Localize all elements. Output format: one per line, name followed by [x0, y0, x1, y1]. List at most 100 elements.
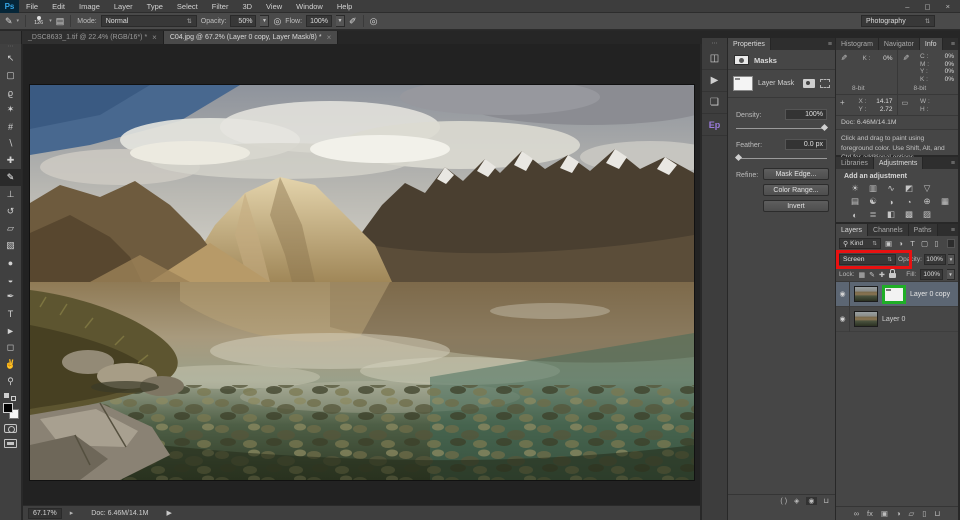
menu-select[interactable]: Select	[170, 2, 205, 11]
delete-layer-icon[interactable]: ⊔	[934, 509, 940, 518]
dock-collapse-icon[interactable]: ⋯	[712, 40, 718, 48]
eraser-tool[interactable]: ▱	[0, 220, 22, 237]
filter-shape-layers-icon[interactable]: ▢	[920, 239, 929, 248]
tab-properties[interactable]: Properties	[728, 38, 771, 50]
panel-menu-icon[interactable]: ≡	[828, 38, 835, 50]
status-options-arrow-icon[interactable]: ▶	[166, 509, 171, 517]
opacity-dropdown-button[interactable]: ▼	[260, 15, 269, 27]
select-vector-mask-icon[interactable]	[820, 79, 830, 88]
shape-tool[interactable]: ◻	[0, 339, 22, 356]
posterize-icon[interactable]: ≣	[866, 209, 880, 220]
brush-tool[interactable]: ✎	[0, 169, 22, 186]
hand-tool[interactable]: ✌	[0, 356, 22, 373]
menu-filter[interactable]: Filter	[205, 2, 236, 11]
screen-mode-button[interactable]	[4, 439, 17, 448]
mask-visibility-icon[interactable]: ◉	[806, 497, 816, 505]
apply-mask-icon[interactable]: ◈	[794, 497, 799, 505]
layer-effects-icon[interactable]: fx	[867, 509, 873, 518]
filter-kind-select[interactable]: ⚲ Kind ⇅	[839, 238, 881, 249]
collapsed-panel-icon-clone-source[interactable]: ◫	[702, 48, 727, 70]
panel-menu-icon[interactable]: ≡	[951, 38, 958, 50]
restore-button[interactable]: ◻	[924, 2, 930, 11]
quick-mask-button[interactable]	[4, 424, 17, 433]
type-tool[interactable]: T	[0, 305, 22, 322]
foreground-color-swatch[interactable]	[3, 403, 13, 413]
load-mask-selection-icon[interactable]: ( )	[780, 498, 787, 505]
menu-layer[interactable]: Layer	[107, 2, 140, 11]
photo-document[interactable]	[30, 85, 694, 480]
color-balance-icon[interactable]: ☯	[866, 196, 880, 207]
default-colors-icon[interactable]	[4, 393, 18, 401]
filter-toggle[interactable]	[947, 239, 955, 248]
brush-tool-icon[interactable]: ✎	[5, 17, 13, 26]
photo-filter-icon[interactable]: ◔	[902, 196, 916, 207]
layer-opacity-dropdown[interactable]: ▼	[948, 254, 955, 265]
panel-menu-icon[interactable]: ≡	[951, 224, 958, 236]
filter-type-layers-icon[interactable]: T	[908, 239, 917, 248]
clone-stamp-tool[interactable]: ⊥	[0, 186, 22, 203]
mask-edge-button[interactable]: Mask Edge...	[763, 168, 829, 180]
flow-input[interactable]: 100%	[306, 15, 332, 27]
blur-tool[interactable]: ●	[0, 254, 22, 271]
workspace-switcher[interactable]: Photography ⇅	[861, 15, 935, 27]
close-button[interactable]: ×	[946, 2, 950, 11]
link-layers-icon[interactable]: ∞	[854, 509, 859, 518]
feather-slider[interactable]	[736, 158, 827, 159]
menu-window[interactable]: Window	[289, 2, 330, 11]
minimize-button[interactable]: –	[905, 2, 909, 11]
zoom-tool[interactable]: ⚲	[0, 373, 22, 390]
fill-input[interactable]: 100%	[920, 269, 943, 280]
black-white-icon[interactable]: ◑	[884, 196, 898, 207]
tab-layers[interactable]: Layers	[836, 224, 868, 236]
document-tab-2[interactable]: C04.jpg @ 67.2% (Layer 0 copy, Layer Mas…	[164, 31, 338, 44]
zoom-level-input[interactable]: 67.17%	[28, 508, 62, 519]
quick-selection-tool[interactable]: ✶	[0, 101, 22, 118]
close-tab-icon[interactable]: ×	[327, 33, 332, 42]
density-slider-thumb[interactable]	[821, 124, 828, 131]
invert-icon[interactable]: ◐	[848, 209, 862, 220]
feather-slider-thumb[interactable]	[735, 154, 742, 161]
menu-file[interactable]: File	[19, 2, 45, 11]
path-selection-tool[interactable]: ►	[0, 322, 22, 339]
document-tab-1[interactable]: _DSC8633_1.tif @ 22.4% (RGB/16*) *×	[22, 31, 164, 44]
delete-mask-icon[interactable]: ⊔	[824, 497, 829, 505]
layer-row[interactable]: ◉Layer 0 copy	[836, 282, 958, 307]
visibility-toggle[interactable]: ◉	[836, 282, 850, 307]
history-brush-tool[interactable]: ↺	[0, 203, 22, 220]
mask-thumbnail[interactable]	[733, 76, 753, 91]
tab-histogram[interactable]: Histogram	[836, 38, 879, 50]
menu-view[interactable]: View	[259, 2, 289, 11]
tab-navigator[interactable]: Navigator	[879, 38, 920, 50]
pressure-opacity-icon[interactable]: ◎	[273, 17, 281, 26]
lock-pixels-icon[interactable]: ✎	[869, 271, 875, 279]
document-size-readout[interactable]: Doc: 6.46M/14.1M	[81, 509, 158, 518]
crop-tool[interactable]: #	[0, 118, 22, 135]
brush-picker-arrow-icon[interactable]: ▾	[49, 18, 52, 24]
layer-opacity-input[interactable]: 100%	[924, 254, 946, 265]
threshold-icon[interactable]: ◧	[884, 209, 898, 220]
blend-mode-select[interactable]: Normal ⇅	[101, 15, 197, 27]
tab-paths[interactable]: Paths	[909, 224, 938, 236]
close-tab-icon[interactable]: ×	[152, 33, 157, 42]
spot-healing-tool[interactable]: ✚	[0, 152, 22, 169]
flow-dropdown-button[interactable]: ▼	[336, 15, 345, 27]
opacity-input[interactable]: 50%	[230, 15, 256, 27]
menu-help[interactable]: Help	[330, 2, 359, 11]
gradient-tool[interactable]: ▧	[0, 237, 22, 254]
exposure-icon[interactable]: ◩	[902, 183, 916, 194]
lasso-tool[interactable]: ϱ	[0, 84, 22, 101]
toggle-brush-panel-icon[interactable]: ▤	[56, 17, 65, 26]
menu-type[interactable]: Type	[140, 2, 170, 11]
collapsed-panel-icon-extension[interactable]: Ep	[702, 114, 727, 136]
tab-info[interactable]: Info	[920, 38, 943, 50]
visibility-toggle[interactable]: ◉	[836, 307, 850, 332]
tab-channels[interactable]: Channels	[868, 224, 909, 236]
layer-thumbnail[interactable]	[854, 311, 878, 327]
invert-button[interactable]: Invert	[763, 200, 829, 212]
lock-all-icon[interactable]	[889, 273, 896, 278]
add-layer-mask-icon[interactable]: ▣	[881, 509, 888, 518]
dodge-tool[interactable]: ◒	[0, 271, 22, 288]
new-group-icon[interactable]: ▱	[909, 509, 915, 518]
eyedropper-tool[interactable]: ∖	[0, 135, 22, 152]
selective-color-icon[interactable]: ▨	[920, 209, 934, 220]
